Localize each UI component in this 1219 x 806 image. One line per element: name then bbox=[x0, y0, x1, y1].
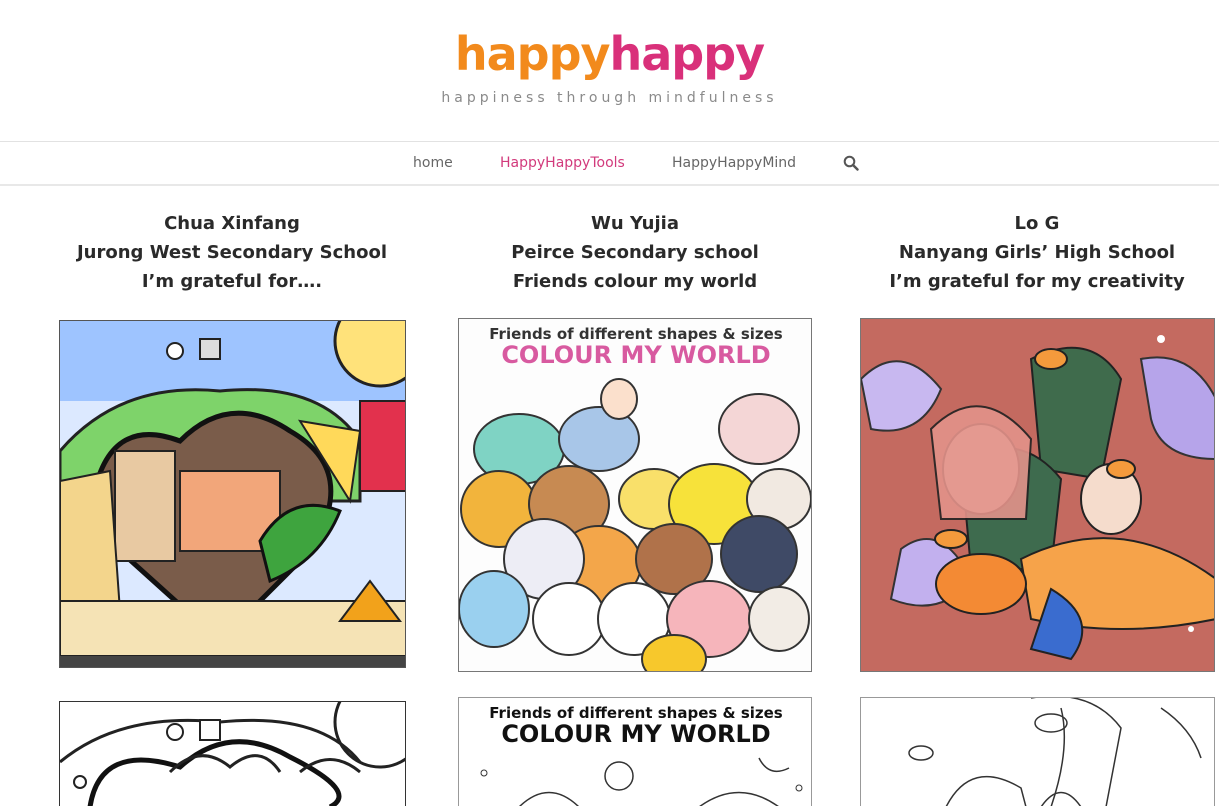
entry-school: Jurong West Secondary School bbox=[76, 242, 387, 263]
entry-caption-3: Lo G Nanyang Girls’ High School I’m grat… bbox=[861, 209, 1213, 296]
entry-caption: Friends colour my world bbox=[512, 271, 758, 292]
artwork-log-colour[interactable] bbox=[860, 318, 1215, 672]
artwork-chua-colour[interactable] bbox=[59, 320, 406, 668]
entry-caption-1: Chua Xinfang Jurong West Secondary Schoo… bbox=[57, 209, 407, 296]
artwork-illustration bbox=[861, 698, 1214, 806]
entry-caption: I’m grateful for…. bbox=[141, 271, 323, 292]
main-nav: home HappyHappyTools HappyHappyMind bbox=[0, 141, 1219, 186]
artwork-illustration bbox=[861, 319, 1214, 671]
artwork-wu-colour[interactable]: Friends of different shapes & sizes COLO… bbox=[458, 318, 812, 672]
artwork-title-text: COLOUR MY WORLD bbox=[501, 341, 770, 369]
entry-name: Lo G bbox=[1014, 213, 1060, 234]
artwork-title-text: COLOUR MY WORLD bbox=[501, 720, 770, 748]
artwork-chua-lineart[interactable] bbox=[59, 701, 406, 806]
nav-item-happyhappymind[interactable]: HappyHappyMind bbox=[672, 155, 796, 171]
logo-word-1: happy bbox=[454, 27, 611, 81]
site-tagline: happiness through mindfulness bbox=[441, 90, 778, 106]
entry-name: Chua Xinfang bbox=[164, 213, 300, 234]
entry-name: Wu Yujia bbox=[591, 213, 679, 234]
site-logo[interactable]: happyhappy bbox=[0, 24, 1219, 84]
artwork-illustration: Friends of different shapes & sizes COLO… bbox=[459, 698, 811, 806]
entry-school: Peirce Secondary school bbox=[511, 242, 759, 263]
entry-school: Nanyang Girls’ High School bbox=[898, 242, 1176, 263]
site-header: happyhappy happiness through mindfulness bbox=[0, 0, 1219, 141]
artwork-log-lineart[interactable] bbox=[860, 697, 1215, 806]
artwork-illustration bbox=[60, 321, 405, 667]
search-icon[interactable] bbox=[843, 155, 859, 171]
artwork-illustration bbox=[60, 702, 405, 806]
artwork-illustration: Friends of different shapes & sizes COLO… bbox=[459, 319, 811, 671]
entry-caption: I’m grateful for my creativity bbox=[889, 271, 1185, 292]
artwork-wu-lineart[interactable]: Friends of different shapes & sizes COLO… bbox=[458, 697, 812, 806]
logo-word-2: happy bbox=[609, 27, 766, 81]
nav-item-happyhappytools[interactable]: HappyHappyTools bbox=[500, 155, 625, 171]
nav-item-home[interactable]: home bbox=[413, 155, 453, 171]
entry-caption-2: Wu Yujia Peirce Secondary school Friends… bbox=[459, 209, 811, 296]
